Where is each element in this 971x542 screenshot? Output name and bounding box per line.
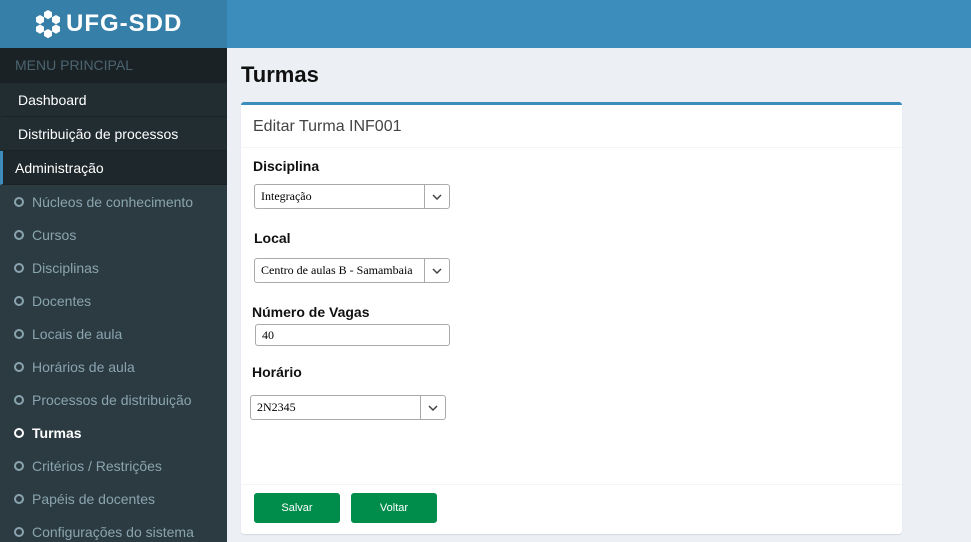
horario-select[interactable]: 2N2345 (250, 395, 446, 420)
circle-icon (14, 295, 24, 306)
submenu-item-label: Processos de distribuição (32, 391, 192, 408)
submenu-item-docentes[interactable]: Docentes (0, 284, 227, 317)
submenu-item-label: Configurações do sistema (32, 523, 194, 540)
sidebar-item-administracao[interactable]: Administração (0, 151, 227, 185)
horario-value: 2N2345 (257, 400, 296, 414)
chevron-down-icon (424, 259, 449, 282)
submenu-item-label: Núcleos de conhecimento (32, 193, 194, 210)
submenu-item-label: Docentes (32, 292, 92, 309)
vagas-input[interactable]: 40 (255, 324, 450, 346)
chevron-down-icon (424, 185, 449, 208)
submenu-item-papeis[interactable]: Papéis de docentes (0, 482, 227, 515)
circle-icon (14, 460, 24, 471)
circle-icon (14, 394, 24, 405)
circle-icon (14, 526, 24, 537)
sidebar-item-distribuicao[interactable]: Distribuição de processos (0, 117, 227, 151)
submenu-item-label: Disciplinas (32, 259, 99, 276)
submenu-item-nucleos[interactable]: Núcleos de conhecimento (0, 185, 227, 218)
admin-submenu: Núcleos de conhecimento Cursos Disciplin… (0, 185, 227, 542)
disciplina-value: Integração (261, 189, 312, 203)
submenu-item-criterios[interactable]: Critérios / Restrições (0, 449, 227, 482)
vagas-label: Número de Vagas (252, 304, 370, 320)
submenu-item-label: Horários de aula (32, 358, 135, 375)
local-value: Centro de aulas B - Samambaia (261, 263, 413, 277)
sidebar-item-dashboard[interactable]: Dashboard (0, 83, 227, 117)
back-button[interactable]: Voltar (351, 493, 437, 523)
form-title: Editar Turma INF001 (241, 105, 902, 148)
sidebar: MENU PRINCIPAL Dashboard Distribuição de… (0, 48, 227, 542)
submenu-item-processos[interactable]: Processos de distribuição (0, 383, 227, 416)
circle-icon (14, 427, 24, 438)
submenu-item-disciplinas[interactable]: Disciplinas (0, 251, 227, 284)
submenu-item-cursos[interactable]: Cursos (0, 218, 227, 251)
submenu-item-locais[interactable]: Locais de aula (0, 317, 227, 350)
menu-header: MENU PRINCIPAL (0, 48, 227, 83)
disciplina-select[interactable]: Integração (254, 184, 450, 209)
circle-icon (14, 493, 24, 504)
local-select[interactable]: Centro de aulas B - Samambaia (254, 258, 450, 283)
submenu-item-label: Papéis de docentes (32, 490, 155, 507)
logo[interactable]: UFG-SDD (0, 0, 227, 48)
submenu-item-label: Critérios / Restrições (32, 457, 162, 474)
submenu-item-horarios[interactable]: Horários de aula (0, 350, 227, 383)
content-area: Turmas Editar Turma INF001 Disciplina In… (227, 48, 971, 542)
submenu-item-label: Locais de aula (32, 325, 123, 342)
circle-icon (14, 328, 24, 339)
submenu-item-configuracoes[interactable]: Configurações do sistema (0, 515, 227, 542)
chevron-down-icon (420, 396, 445, 419)
circle-icon (14, 229, 24, 240)
save-button[interactable]: Salvar (254, 493, 340, 523)
submenu-item-label: Turmas (32, 424, 82, 441)
local-label: Local (254, 230, 291, 246)
top-navbar: UFG-SDD (0, 0, 971, 48)
logo-text: UFG-SDD (66, 10, 183, 37)
circle-icon (14, 196, 24, 207)
submenu-item-label: Cursos (32, 226, 77, 243)
page-title: Turmas (241, 62, 319, 87)
circle-icon (14, 361, 24, 372)
form-footer: Salvar Voltar (241, 484, 902, 534)
hexagon-cluster-icon (36, 10, 60, 39)
horario-label: Horário (252, 364, 302, 380)
edit-form-box: Editar Turma INF001 Disciplina Integraçã… (241, 102, 902, 534)
disciplina-label: Disciplina (253, 158, 320, 174)
submenu-item-turmas[interactable]: Turmas (0, 416, 227, 449)
circle-icon (14, 262, 24, 273)
